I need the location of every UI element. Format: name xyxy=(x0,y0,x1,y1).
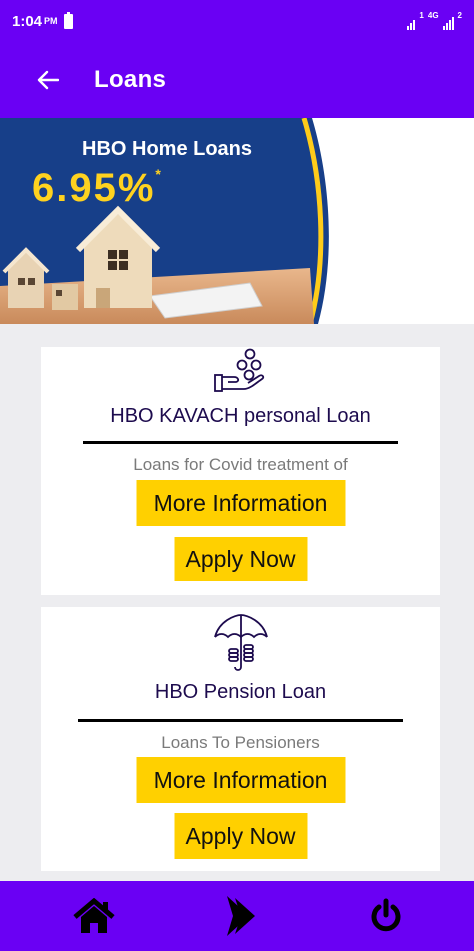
network-status: 1 4G 2 xyxy=(407,12,462,30)
app-bar: Loans xyxy=(0,42,474,118)
umbrella-coins-icon xyxy=(213,614,268,671)
brand-logo-icon xyxy=(227,896,255,936)
divider xyxy=(83,441,398,444)
signal-icon xyxy=(407,20,416,30)
network-sim-1: 1 xyxy=(419,11,424,20)
banner-rate: 6.95%* xyxy=(32,166,163,211)
loan-title: HBO Pension Loan xyxy=(154,681,327,703)
network-type: 4G xyxy=(427,11,439,20)
more-information-button[interactable]: More Information xyxy=(136,480,345,526)
signal-icon xyxy=(442,17,454,30)
nav-brand-button[interactable] xyxy=(212,888,268,944)
loan-description: Loans for Covid treatment of xyxy=(133,455,348,474)
loan-title: HBO KAVACH personal Loan xyxy=(110,405,371,427)
status-ampm: PM xyxy=(44,16,58,26)
status-time: 1:04 xyxy=(12,12,43,30)
nav-logout-button[interactable] xyxy=(358,888,414,944)
banner-terms: *T's and C's applied xyxy=(344,302,468,318)
divider xyxy=(78,719,403,722)
power-icon xyxy=(371,898,401,932)
loan-description: Loans To Pensioners xyxy=(161,733,320,752)
loan-card-pension: HBO Pension Loan Loans To Pensioners Mor… xyxy=(41,607,440,871)
nav-home-button[interactable] xyxy=(66,888,122,944)
apply-now-button[interactable]: Apply Now xyxy=(174,813,307,859)
more-information-button[interactable]: More Information xyxy=(136,757,345,803)
banner-title: HBO Home Loans xyxy=(82,138,253,160)
back-button[interactable] xyxy=(18,42,78,118)
home-loans-banner[interactable]: HBO Home Loans 6.95%* *T's and C's appli… xyxy=(0,118,474,324)
arrow-left-icon xyxy=(37,70,59,90)
status-bar: 1:04 PM 1 4G 2 xyxy=(0,0,474,42)
network-sim-2: 2 xyxy=(457,11,462,20)
bottom-nav xyxy=(0,881,474,951)
apply-now-button[interactable]: Apply Now xyxy=(174,537,307,581)
page-title: Loans xyxy=(94,66,167,93)
hand-coins-icon xyxy=(213,348,264,392)
banner-rate-value: 6.95% xyxy=(32,166,156,210)
battery-icon xyxy=(63,11,73,29)
loan-card-kavach: HBO KAVACH personal Loan Loans for Covid… xyxy=(41,347,440,595)
banner-rate-mark: * xyxy=(155,166,163,182)
home-icon xyxy=(73,898,115,933)
